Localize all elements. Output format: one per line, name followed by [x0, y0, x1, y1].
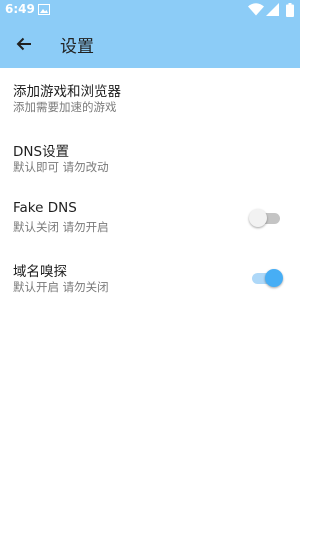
setting-title: Fake DNS	[13, 200, 77, 216]
setting-summary: 默认即可 请勿改动	[13, 160, 109, 174]
setting-summary: 添加需要加速的游戏	[13, 100, 117, 114]
setting-fake-dns[interactable]: Fake DNS 默认关闭 请勿开启	[0, 188, 300, 248]
setting-title: 域名嗅探	[13, 264, 67, 280]
setting-summary: 默认开启 请勿关闭	[13, 280, 109, 294]
wifi-icon	[248, 3, 264, 16]
setting-summary: 默认关闭 请勿开启	[13, 220, 109, 234]
status-time: 6:49	[5, 2, 35, 16]
signal-icon	[266, 3, 279, 16]
page-title: 设置	[60, 37, 94, 57]
domain-sniffing-toggle[interactable]	[249, 268, 283, 288]
arrow-back-icon	[16, 37, 31, 51]
setting-dns[interactable]: DNS设置 默认即可 请勿改动	[0, 128, 300, 188]
fake-dns-toggle[interactable]	[249, 208, 283, 228]
setting-title: DNS设置	[13, 144, 70, 160]
status-bar: 6:49	[0, 0, 300, 20]
toggle-thumb	[249, 209, 267, 227]
setting-title: 添加游戏和浏览器	[13, 84, 121, 100]
battery-icon	[286, 3, 294, 17]
image-notification-icon	[38, 4, 50, 15]
settings-list: 添加游戏和浏览器 添加需要加速的游戏 DNS设置 默认即可 请勿改动 Fake …	[0, 68, 300, 308]
setting-add-games-browsers[interactable]: 添加游戏和浏览器 添加需要加速的游戏	[0, 68, 300, 128]
back-button[interactable]	[8, 28, 40, 60]
setting-domain-sniffing[interactable]: 域名嗅探 默认开启 请勿关闭	[0, 248, 300, 308]
toggle-thumb	[265, 269, 283, 287]
app-bar: 设置	[0, 20, 300, 68]
